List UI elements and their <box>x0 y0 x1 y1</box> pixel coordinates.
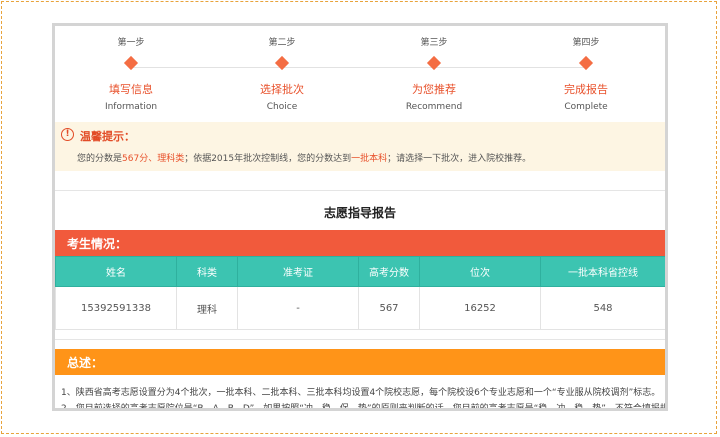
step-title: 选择批次 <box>260 83 304 96</box>
column-header: 准考证 <box>237 256 359 287</box>
tip-box: ! 温馨提示： 您的分数是567分、理科类；依据2015年批次控制线，您的分数达… <box>55 122 665 171</box>
score-highlight: 567分、理科类 <box>122 154 185 164</box>
divider <box>55 190 665 191</box>
summary-line: 2、您目前选择的高考志愿院位是“B、A、B、D”，如果按照“冲、稳、保、垫”的原… <box>61 404 668 411</box>
step-title: 为您推荐 <box>412 83 456 96</box>
step-title: 完成报告 <box>564 83 608 96</box>
cell-category: 理科 <box>176 286 238 330</box>
step-subtitle: Complete <box>564 102 608 112</box>
step-4: 第四步 完成报告 Complete <box>511 26 661 112</box>
step-number: 第二步 <box>268 38 296 48</box>
section-title: 考生情况： <box>67 237 128 251</box>
section-title: 总述： <box>67 356 104 370</box>
step-1: 第一步 填写信息 Information <box>56 26 206 112</box>
step-subtitle: Choice <box>266 102 298 112</box>
column-header: 高考分数 <box>358 256 420 287</box>
step-number: 第三步 <box>420 38 448 48</box>
step-diamond-icon <box>123 55 139 71</box>
candidate-table: 姓名 科类 准考证 高考分数 位次 一批本科省控线 15392591338 理科… <box>55 256 665 330</box>
tip-title: 温馨提示： <box>80 130 135 143</box>
cell-score: 567 <box>358 286 420 330</box>
step-title: 填写信息 <box>109 83 153 96</box>
step-2: 第二步 选择批次 Choice <box>207 26 357 112</box>
cell-rank: 16252 <box>419 286 541 330</box>
step-number: 第四步 <box>572 38 600 48</box>
cell-name: 15392591338 <box>55 286 177 330</box>
step-diamond-icon <box>578 55 594 71</box>
step-diamond-icon <box>426 55 442 71</box>
page-title: 志愿指导报告 <box>323 206 396 220</box>
table-header-row: 姓名 科类 准考证 高考分数 位次 一批本科省控线 <box>55 256 665 287</box>
column-header: 一批本科省控线 <box>540 256 665 287</box>
step-subtitle: Recommend <box>405 102 463 112</box>
step-3: 第三步 为您推荐 Recommend <box>359 26 509 112</box>
report-panel: 第一步 填写信息 Information 第二步 选择批次 Choice 第三步… <box>52 23 668 411</box>
summary-line: 1、陕西省高考志愿设置分为4个批次，一批本科、二批本科、三批本科均设置4个院校志… <box>61 388 661 398</box>
column-header: 位次 <box>419 256 541 287</box>
tip-text-part: ；请选择一下批次，进入院校推荐。 <box>387 154 532 164</box>
warning-icon: ! <box>61 128 74 141</box>
tip-text: 您的分数是567分、理科类；依据2015年批次控制线，您的分数达到一批本科；请选… <box>77 151 531 164</box>
cell-exam-id: - <box>237 286 359 330</box>
batch-highlight: 一批本科 <box>351 154 388 164</box>
tip-text-part: 您的分数是 <box>77 154 123 164</box>
cell-control-line: 548 <box>540 286 665 330</box>
summary-section-header: 总述： <box>55 349 665 375</box>
candidate-section-header: 考生情况： <box>55 230 665 256</box>
tip-text-part: ；依据2015年批次控制线，您的分数达到 <box>184 154 352 164</box>
step-number: 第一步 <box>117 38 145 48</box>
column-header: 姓名 <box>55 256 177 287</box>
table-row: 15392591338 理科 - 567 16252 548 <box>55 286 665 330</box>
summary-text: 1、陕西省高考志愿设置分为4个批次，一批本科、二批本科、三批本科均设置4个院校志… <box>61 385 668 411</box>
divider <box>55 339 665 340</box>
column-header: 科类 <box>176 256 238 287</box>
step-subtitle: Information <box>104 102 158 112</box>
step-diamond-icon <box>274 55 290 71</box>
